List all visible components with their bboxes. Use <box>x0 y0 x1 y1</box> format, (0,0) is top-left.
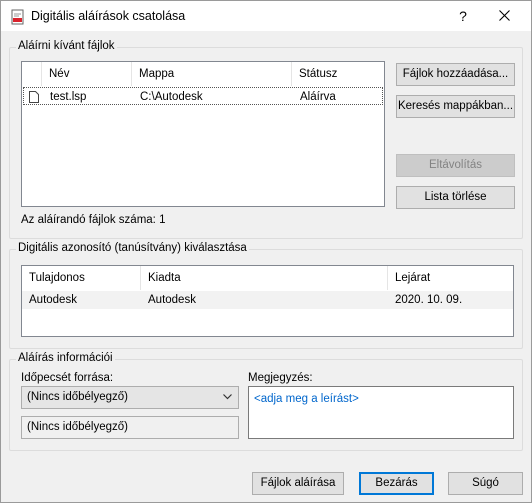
file-name: test.lsp <box>50 91 87 103</box>
column-header-folder[interactable]: Mappa <box>132 62 292 86</box>
cert-issuer: Autodesk <box>148 294 196 306</box>
add-files-button[interactable]: Fájlok hozzáadása... <box>396 63 515 86</box>
signature-info-legend: Aláírás információi <box>16 352 115 364</box>
file-status: Aláírva <box>300 91 336 103</box>
dialog-window: Digitális aláírások csatolása ? Aláírni … <box>0 0 532 503</box>
signature-app-icon <box>11 9 24 25</box>
certificate-group-legend: Digitális azonosító (tanúsítvány) kivála… <box>16 242 249 254</box>
certificate-group: Digitális azonosító (tanúsítvány) kivála… <box>9 242 523 349</box>
timestamp-source-select[interactable]: (Nincs időbélyegző) <box>21 386 239 409</box>
chevron-down-icon <box>223 394 232 400</box>
search-folders-button[interactable]: Keresés mappákban... <box>396 95 515 118</box>
window-title: Digitális aláírások csatolása <box>31 9 186 23</box>
comment-field[interactable]: <adja meg a leírást> <box>248 386 514 439</box>
title-bar: Digitális aláírások csatolása ? <box>1 1 531 32</box>
file-icon <box>29 91 39 103</box>
files-list[interactable]: Név Mappa Státusz test.lsp C:\Autodesk A… <box>21 61 385 207</box>
close-icon <box>498 10 510 21</box>
column-header-owner[interactable]: Tulajdonos <box>22 266 141 290</box>
column-header-blank[interactable] <box>22 62 42 86</box>
table-row[interactable]: test.lsp C:\Autodesk Aláírva <box>23 87 383 105</box>
cert-expires: 2020. 10. 09. <box>395 294 463 306</box>
close-window-button[interactable] <box>484 5 524 27</box>
signature-info-group: Aláírás információi Időpecsét forrása: (… <box>9 352 523 451</box>
certificate-list-header: Tulajdonos Kiadta Lejárat <box>22 266 513 290</box>
help-title-button[interactable]: ? <box>448 5 478 27</box>
file-count-label: Az aláírandó fájlok száma: 1 <box>21 214 166 226</box>
certificate-list[interactable]: Tulajdonos Kiadta Lejárat Autodesk Autod… <box>21 265 514 337</box>
column-header-expires[interactable]: Lejárat <box>388 266 515 290</box>
timestamp-readonly-value: (Nincs időbélyegző) <box>27 421 128 433</box>
sign-files-button[interactable]: Fájlok aláírása <box>252 472 344 495</box>
timestamp-readonly-field: (Nincs időbélyegző) <box>21 416 239 439</box>
help-button[interactable]: Súgó <box>448 472 523 495</box>
timestamp-label: Időpecsét forrása: <box>21 372 114 384</box>
remove-button[interactable]: Eltávolítás <box>396 154 515 177</box>
comment-label: Megjegyzés: <box>248 372 313 384</box>
table-row[interactable]: Autodesk Autodesk 2020. 10. 09. <box>22 291 513 309</box>
comment-placeholder: <adja meg a leírást> <box>254 393 359 405</box>
column-header-issuer[interactable]: Kiadta <box>141 266 388 290</box>
column-header-status[interactable]: Státusz <box>292 62 386 86</box>
timestamp-select-value: (Nincs időbélyegző) <box>27 391 128 403</box>
clear-list-button[interactable]: Lista törlése <box>396 186 515 209</box>
files-list-header: Név Mappa Státusz <box>22 62 384 86</box>
files-group-legend: Aláírni kívánt fájlok <box>16 40 117 52</box>
files-group: Aláírni kívánt fájlok Név Mappa Státusz … <box>9 40 523 239</box>
close-button[interactable]: Bezárás <box>359 472 434 495</box>
cert-owner: Autodesk <box>29 294 77 306</box>
column-header-name[interactable]: Név <box>42 62 132 86</box>
file-folder: C:\Autodesk <box>140 91 203 103</box>
